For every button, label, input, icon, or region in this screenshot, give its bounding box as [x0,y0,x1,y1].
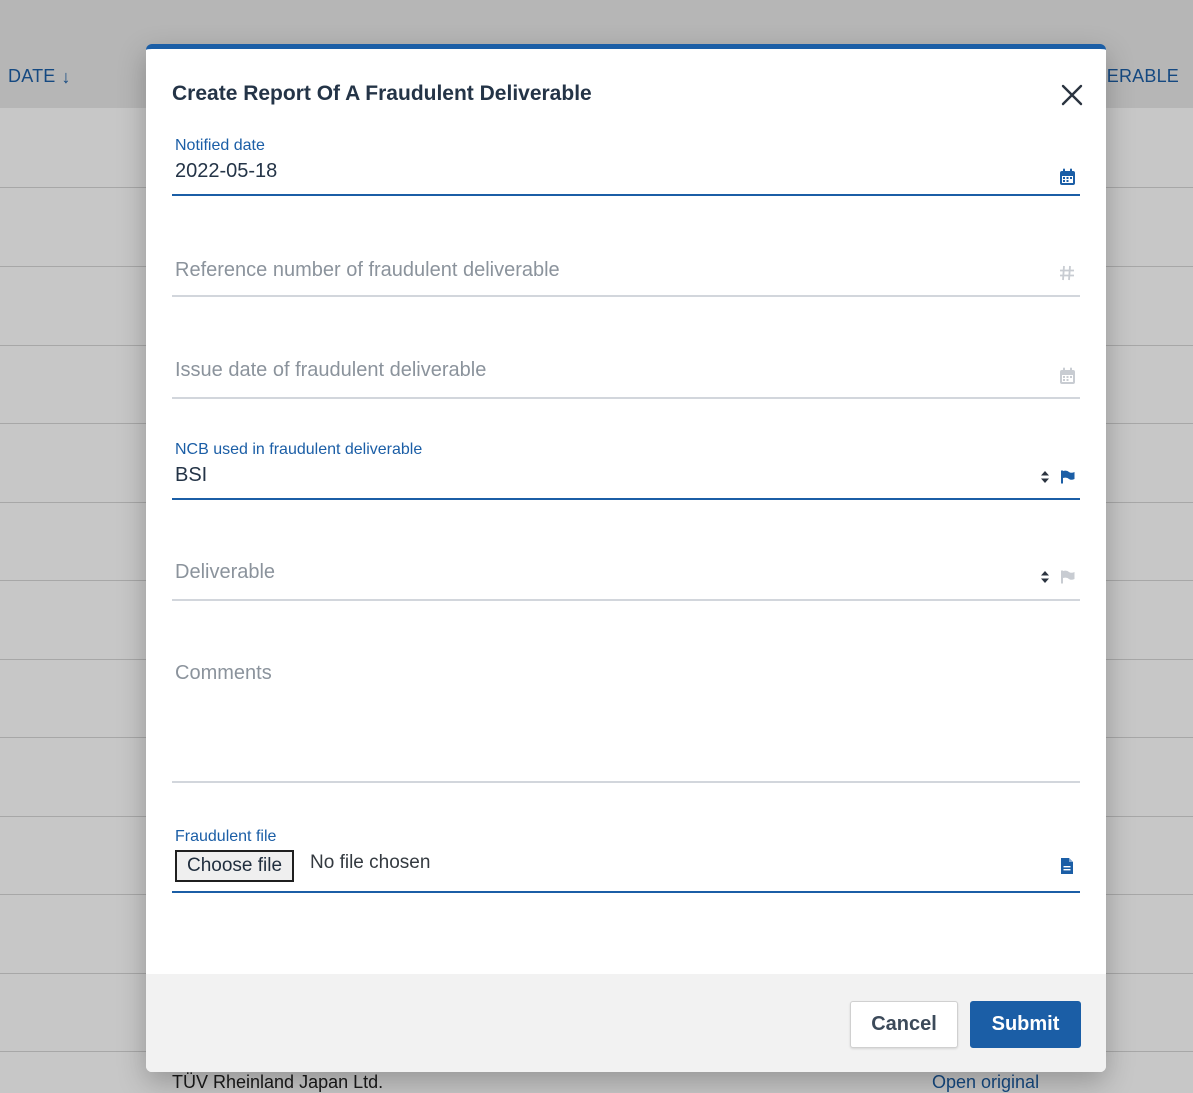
notified-date-field[interactable]: Notified date 2022-05-18 [172,134,1080,196]
comments-placeholder[interactable]: Comments [175,662,272,685]
deliverable-select[interactable]: Deliverable [172,556,1080,602]
fraudulent-file-field[interactable]: Fraudulent file Choose file No file chos… [172,828,1080,894]
choose-file-button[interactable]: Choose file [175,850,295,882]
dialog-footer: Cancel Submit [146,974,1106,1072]
reference-number-field[interactable]: Reference number of fraudulent deliverab… [172,254,1080,298]
sort-icon [1036,468,1054,486]
file-icon [1058,857,1076,875]
calendar-icon[interactable] [1058,168,1076,186]
file-status-text: No file chosen [310,852,431,873]
ncb-value[interactable]: BSI [175,464,207,487]
ncb-select[interactable]: NCB used in fraudulent deliverable BSI [172,438,1080,500]
field-underline [172,498,1080,500]
comments-textarea[interactable]: Comments [172,658,1080,784]
field-underline [172,599,1080,601]
reference-number-placeholder[interactable]: Reference number of fraudulent deliverab… [175,259,560,282]
dialog-title: Create Report Of A Fraudulent Deliverabl… [172,82,592,105]
close-icon [1061,84,1083,106]
ncb-label: NCB used in fraudulent deliverable [175,441,423,458]
field-underline [172,295,1080,297]
fraudulent-file-label: Fraudulent file [175,828,277,845]
hash-icon [1058,264,1076,282]
create-report-dialog: Create Report Of A Fraudulent Deliverabl… [146,44,1106,1072]
close-button[interactable] [1056,79,1088,111]
issue-date-placeholder[interactable]: Issue date of fraudulent deliverable [175,359,486,382]
flag-icon [1058,468,1076,486]
deliverable-placeholder[interactable]: Deliverable [175,561,275,584]
sort-icon [1036,568,1054,586]
field-underline [172,781,1080,783]
field-underline [172,194,1080,196]
cancel-button[interactable]: Cancel [850,1001,958,1048]
issue-date-field[interactable]: Issue date of fraudulent deliverable [172,354,1080,400]
submit-button[interactable]: Submit [970,1001,1081,1048]
flag-icon [1058,568,1076,586]
field-underline [172,891,1080,893]
notified-date-value[interactable]: 2022-05-18 [175,160,277,183]
calendar-icon[interactable] [1058,367,1076,385]
field-underline [172,397,1080,399]
notified-date-label: Notified date [175,137,265,154]
